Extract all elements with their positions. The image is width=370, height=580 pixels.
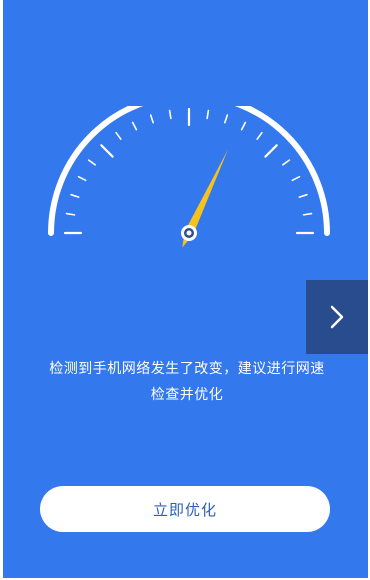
gauge-tick	[87, 159, 96, 166]
gauge-tick	[224, 114, 229, 124]
gauge-tick	[149, 114, 154, 124]
chevron-right-icon	[330, 305, 344, 329]
network-check-screen: 检测到手机网络发生了改变，建议进行网速 检查并优化 立即优化	[3, 0, 368, 578]
gauge-tick	[65, 212, 76, 216]
optimize-now-button[interactable]: 立即优化	[40, 486, 330, 532]
speed-gauge	[48, 106, 330, 248]
gauge-tick	[282, 159, 291, 166]
next-button[interactable]	[306, 280, 368, 354]
gauge-tick	[115, 131, 122, 140]
gauge-tick	[256, 131, 263, 140]
gauge-tick	[70, 193, 80, 198]
gauge-tick	[100, 144, 114, 158]
message-line-1: 检测到手机网络发生了改变，建议进行网速	[49, 361, 325, 377]
message-line-2: 检查并优化	[150, 387, 224, 403]
gauge-pivot-inner	[186, 230, 192, 236]
gauge-tick	[298, 193, 308, 198]
gauge-tick	[264, 144, 278, 158]
network-change-message: 检测到手机网络发生了改变，建议进行网速 检查并优化	[17, 356, 357, 408]
gauge-tick	[77, 175, 87, 182]
gauge-tick	[302, 212, 313, 216]
gauge-tick	[168, 109, 172, 120]
gauge-tick	[291, 175, 301, 182]
gauge-tick	[206, 109, 210, 120]
gauge-tick	[240, 121, 247, 131]
gauge-tick	[131, 121, 138, 131]
